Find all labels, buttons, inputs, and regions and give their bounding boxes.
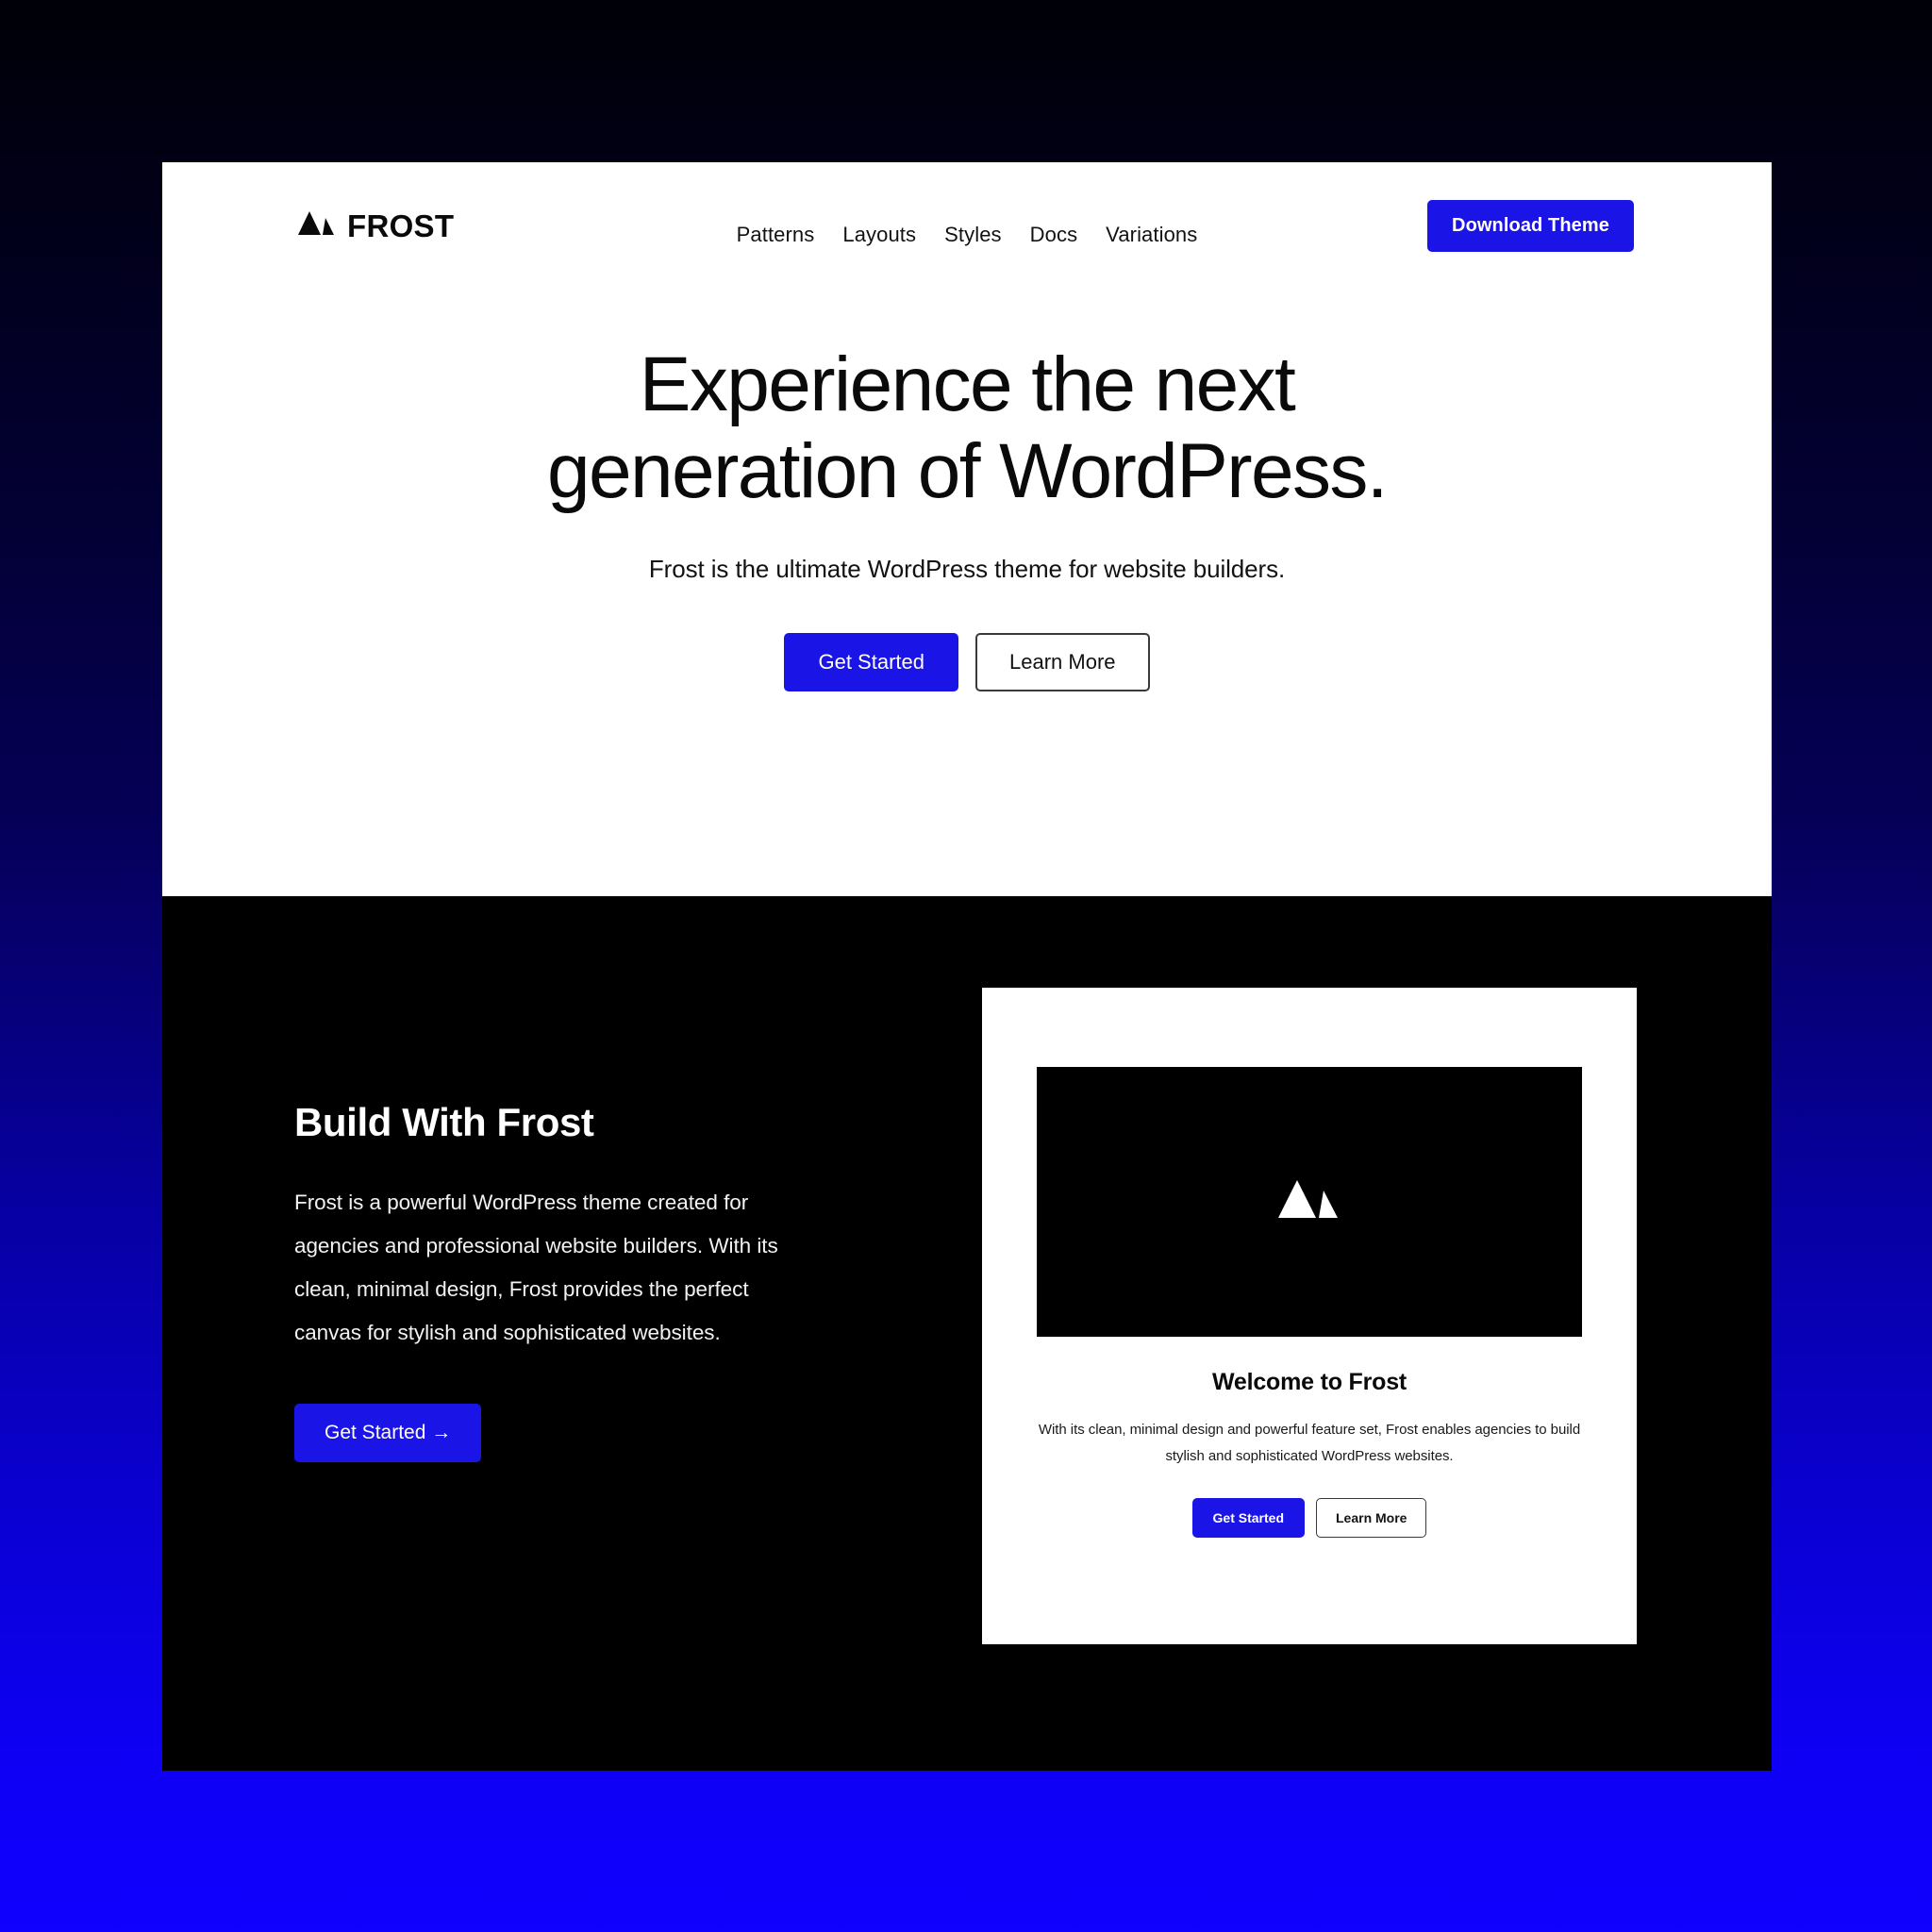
build-text-column: Build With Frost Frost is a powerful Wor… [294, 1100, 804, 1462]
nav-item-variations[interactable]: Variations [1106, 223, 1197, 247]
brand-name: FROST [347, 208, 455, 243]
preview-card-actions: Get Started Learn More [1037, 1497, 1582, 1538]
brand-logo-link[interactable]: FROST [298, 209, 454, 242]
nav-item-layouts[interactable]: Layouts [842, 223, 916, 247]
preview-get-started-button[interactable]: Get Started [1191, 1497, 1305, 1538]
hero-content: Experience the next generation of WordPr… [162, 341, 1772, 691]
build-get-started-button[interactable]: Get Started → [294, 1403, 482, 1462]
main-nav: Patterns Layouts Styles Docs Variations [737, 223, 1198, 247]
build-body-text: Frost is a powerful WordPress theme crea… [294, 1191, 778, 1344]
hero-get-started-button[interactable]: Get Started [784, 632, 958, 691]
build-with-frost-section: Build With Frost Frost is a powerful Wor… [162, 896, 1772, 1771]
preview-learn-more-button[interactable]: Learn More [1316, 1497, 1427, 1538]
mountain-icon [298, 209, 336, 242]
preview-card-text: With its clean, minimal design and power… [1038, 1422, 1581, 1464]
site-frame: FROST Patterns Layouts Styles Docs Varia… [162, 162, 1772, 1771]
preview-card-image [1037, 1067, 1582, 1337]
hero-title: Experience the next generation of WordPr… [547, 341, 1389, 514]
mountain-icon [1278, 1176, 1341, 1228]
preview-card-body: Welcome to Frost With its clean, minimal… [1037, 1369, 1582, 1538]
nav-item-patterns[interactable]: Patterns [737, 223, 815, 247]
download-theme-button[interactable]: Download Theme [1427, 200, 1634, 252]
hero-section: FROST Patterns Layouts Styles Docs Varia… [162, 162, 1772, 896]
hero-learn-more-button[interactable]: Learn More [975, 632, 1150, 691]
preview-card: Welcome to Frost With its clean, minimal… [982, 988, 1637, 1644]
nav-item-docs[interactable]: Docs [1030, 223, 1078, 247]
hero-actions: Get Started Learn More [275, 632, 1658, 691]
nav-item-styles[interactable]: Styles [944, 223, 1002, 247]
preview-card-heading: Welcome to Frost [1211, 1369, 1407, 1395]
build-title: Build With Frost [294, 1100, 594, 1144]
hero-subtitle: Frost is the ultimate WordPress theme fo… [648, 554, 1286, 583]
site-header: FROST Patterns Layouts Styles Docs Varia… [162, 162, 1772, 294]
